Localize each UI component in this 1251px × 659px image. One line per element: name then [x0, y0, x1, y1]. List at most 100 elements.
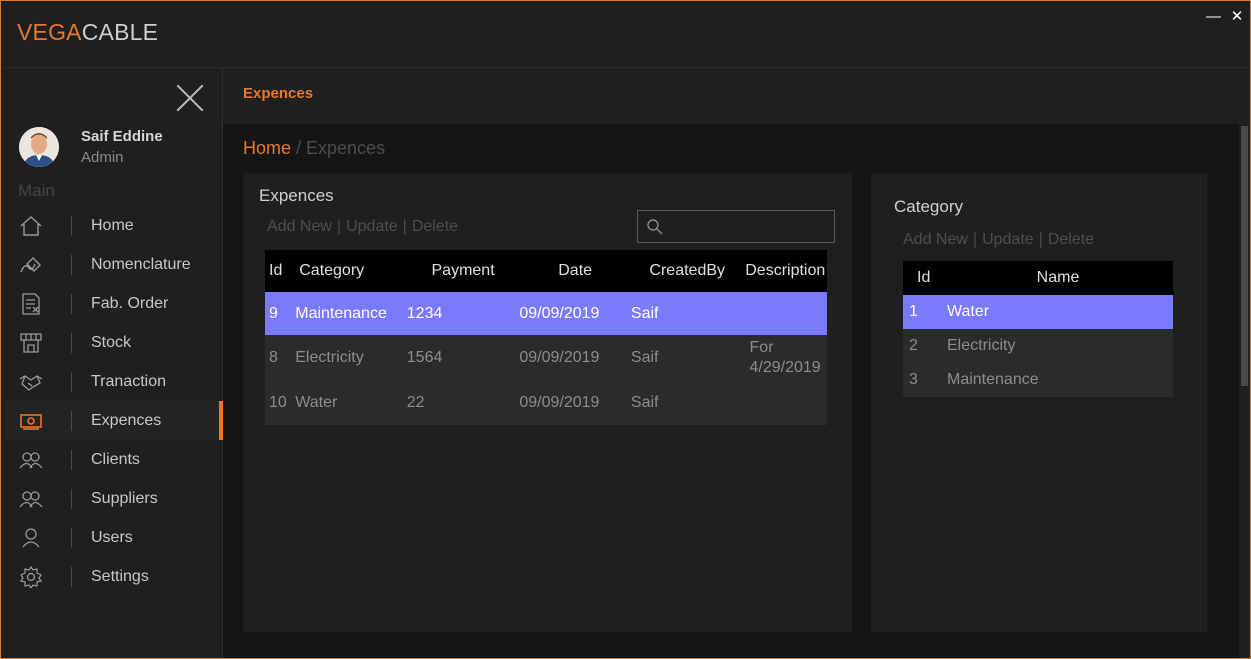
table-row[interactable]: 3 Maintenance — [903, 363, 1173, 397]
sidebar-item-label: Settings — [91, 568, 149, 585]
sidebar-item-tranaction[interactable]: Tranaction — [1, 362, 223, 401]
category-panel: Category Add New | Update | Delete Id Na… — [871, 173, 1207, 632]
table-row[interactable]: 1 Water — [903, 295, 1173, 329]
column-header-description[interactable]: Description — [743, 250, 827, 292]
expences-panel: Expences Add New | Update | Delete Id Ca… — [243, 173, 852, 632]
column-header-id[interactable]: Id — [265, 250, 296, 292]
home-icon — [20, 216, 42, 236]
sidebar-item-label: Suppliers — [91, 490, 158, 507]
window-controls: — ✕ — [1206, 9, 1244, 24]
sidebar-item-nomenclature[interactable]: Nomenclature — [1, 245, 223, 284]
sidebar-item-users[interactable]: Users — [1, 518, 223, 557]
breadcrumb: Home / Expences — [243, 138, 385, 159]
update-category-button[interactable]: Update — [982, 231, 1034, 249]
close-window-button[interactable]: ✕ — [1230, 9, 1244, 24]
table-row[interactable]: 8 Electricity 1564 09/09/2019 Saif For 4… — [265, 335, 827, 381]
logo-part-cable: CABLE — [81, 19, 159, 45]
avatar — [19, 127, 59, 167]
handshake-icon — [19, 375, 43, 391]
order-icon — [22, 293, 40, 315]
nav-separator — [71, 450, 72, 470]
sidebar-item-clients[interactable]: Clients — [1, 440, 223, 479]
breadcrumb-home-link[interactable]: Home — [243, 138, 291, 158]
cell-id: 1 — [903, 295, 943, 329]
cell-payment: 1564 — [406, 335, 520, 381]
minimize-button[interactable]: — — [1206, 9, 1221, 24]
add-new-expence-button[interactable]: Add New — [267, 218, 332, 236]
cell-category: Maintenance — [295, 292, 407, 335]
sidebar-item-label: Stock — [91, 334, 132, 351]
cell-id: 10 — [265, 381, 296, 425]
main-content: Home / Expences Expences Add New | Updat… — [223, 124, 1239, 658]
expences-panel-title: Expences — [259, 186, 334, 205]
scrollbar-thumb[interactable] — [1241, 126, 1248, 386]
cell-category: Water — [295, 381, 407, 425]
search-input[interactable] — [670, 215, 828, 239]
sidebar-item-fab-order[interactable]: Fab. Order — [1, 284, 223, 323]
cell-name: Water — [943, 295, 1173, 329]
delete-category-button[interactable]: Delete — [1048, 231, 1094, 249]
sidebar-item-expences[interactable]: Expences — [1, 401, 223, 440]
nav-separator — [71, 333, 72, 353]
column-header-payment[interactable]: Payment — [406, 250, 520, 292]
sidebar-item-label: Expences — [91, 412, 162, 429]
column-header-category[interactable]: Category — [295, 250, 407, 292]
app-logo: VEGACABLE — [17, 19, 158, 46]
nav-separator — [71, 567, 72, 587]
expences-actions: Add New | Update | Delete — [267, 218, 458, 236]
cell-created-by: Saif — [630, 292, 744, 335]
update-expence-button[interactable]: Update — [346, 218, 398, 236]
sidebar-item-suppliers[interactable]: Suppliers — [1, 479, 223, 518]
cell-id: 2 — [903, 329, 943, 363]
sidebar-item-stock[interactable]: Stock — [1, 323, 223, 362]
cell-id: 3 — [903, 363, 943, 397]
cell-description: For 4/29/2019 — [743, 335, 827, 381]
column-header-id[interactable]: Id — [903, 261, 943, 295]
table-row[interactable]: 9 Maintenance 1234 09/09/2019 Saif — [265, 292, 827, 335]
cell-description — [743, 292, 827, 335]
logo-part-vega: VEGA — [17, 19, 82, 45]
page-title: Expences — [243, 85, 314, 102]
cell-date: 09/09/2019 — [519, 381, 631, 425]
section-label-main: Main — [18, 181, 55, 200]
category-panel-title: Category — [894, 197, 963, 216]
sidebar-nav: Home Nomenclature Fab. Order Stock Trana — [1, 206, 223, 596]
users-icon — [19, 491, 43, 508]
store-icon — [20, 333, 42, 353]
search-box[interactable] — [637, 210, 835, 243]
sidebar-item-label: Users — [91, 529, 133, 546]
expences-table: Id Category Payment Date CreatedBy Descr… — [265, 250, 827, 425]
cell-category: Electricity — [295, 335, 407, 381]
sidebar-item-label: Tranaction — [91, 373, 166, 390]
add-new-category-button[interactable]: Add New — [903, 231, 968, 249]
title-bar: VEGACABLE — ✕ — [1, 1, 1250, 68]
vertical-scrollbar[interactable] — [1239, 124, 1250, 658]
cell-payment: 22 — [406, 381, 520, 425]
cell-name: Electricity — [943, 329, 1173, 363]
sidebar-item-home[interactable]: Home — [1, 206, 223, 245]
cell-name: Maintenance — [943, 363, 1173, 397]
table-row[interactable]: 2 Electricity — [903, 329, 1173, 363]
app-window: VEGACABLE — ✕ Saif Eddine Admin Main Hom… — [0, 0, 1251, 659]
cell-date: 09/09/2019 — [519, 292, 631, 335]
action-divider: | — [972, 231, 978, 248]
handwriting-icon — [20, 257, 41, 273]
category-table: Id Name 1 Water 2 Electricity 3 Maintena… — [903, 261, 1173, 397]
breadcrumb-current: / Expences — [291, 138, 386, 158]
delete-expence-button[interactable]: Delete — [412, 218, 458, 236]
table-row[interactable]: 10 Water 22 09/09/2019 Saif — [265, 381, 827, 425]
cell-description — [743, 381, 827, 425]
table-header-row: Id Category Payment Date CreatedBy Descr… — [265, 250, 827, 292]
column-header-created-by[interactable]: CreatedBy — [630, 250, 744, 292]
table-header-row: Id Name — [903, 261, 1173, 295]
close-sidebar-icon[interactable] — [175, 83, 205, 113]
user-role: Admin — [81, 149, 124, 166]
sidebar-item-label: Home — [91, 217, 134, 234]
gear-icon — [20, 566, 42, 588]
user-name: Saif Eddine — [81, 128, 163, 145]
sidebar-item-settings[interactable]: Settings — [1, 557, 223, 596]
sidebar-item-label: Fab. Order — [91, 295, 169, 312]
column-header-date[interactable]: Date — [519, 250, 631, 292]
nav-separator — [71, 489, 72, 509]
column-header-name[interactable]: Name — [943, 261, 1173, 295]
